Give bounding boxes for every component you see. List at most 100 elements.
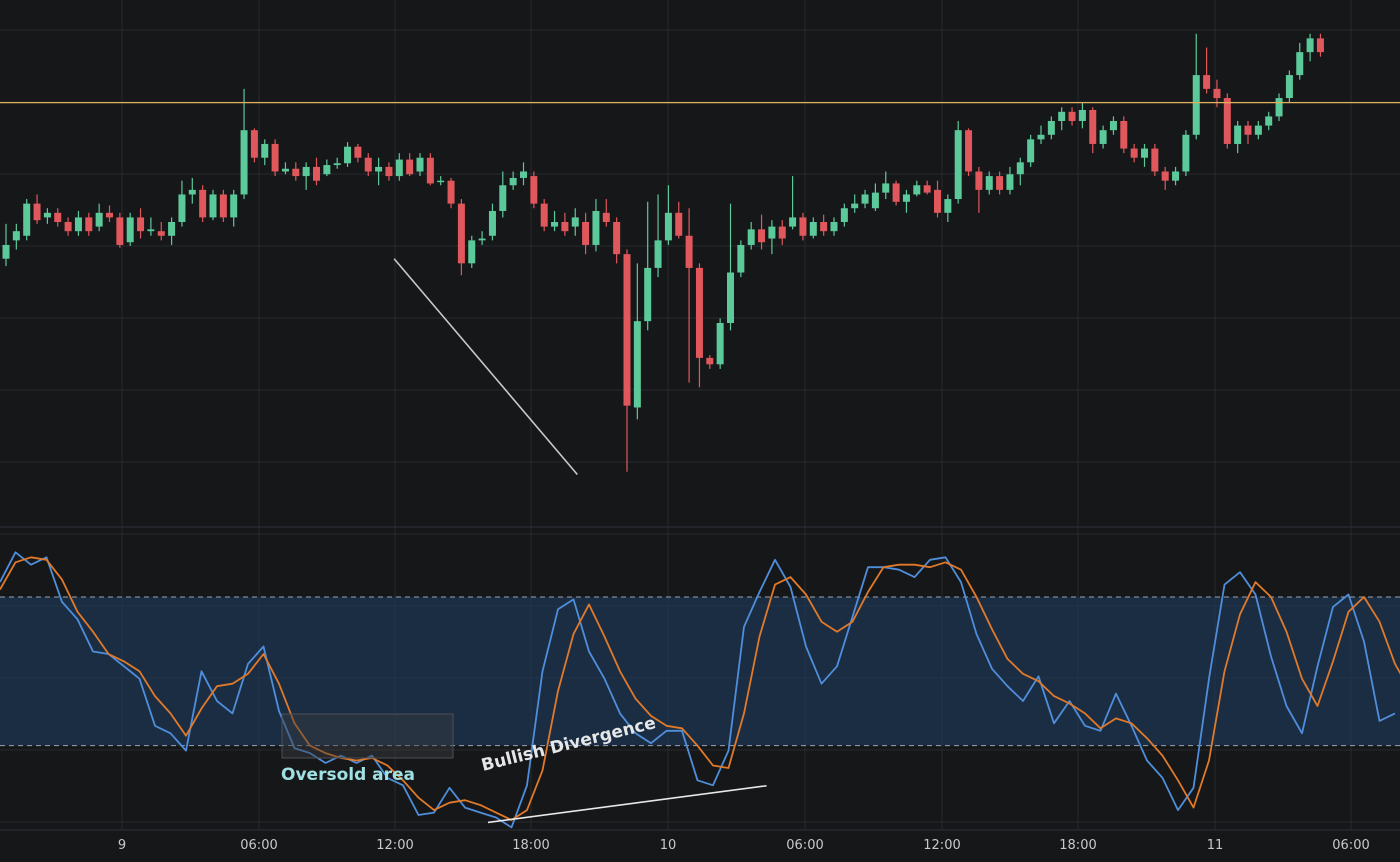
- candle-down-body: [923, 185, 931, 193]
- candle-down-body: [271, 143, 279, 172]
- candle-down-body: [975, 171, 983, 190]
- candle-down-body: [1244, 125, 1252, 135]
- candle-up-body: [468, 240, 476, 264]
- candle-up-body: [551, 222, 559, 227]
- candle-up-body: [1306, 38, 1314, 53]
- candle-up-body: [12, 231, 20, 241]
- candle-down-body: [354, 146, 362, 158]
- candle-up-body: [830, 222, 838, 232]
- candle-up-body: [178, 194, 186, 222]
- candle-down-body: [675, 212, 683, 236]
- candle-down-body: [1120, 121, 1128, 149]
- candle-down-body: [820, 222, 828, 232]
- candle-up-body: [809, 222, 817, 236]
- x-tick-label: 9: [118, 838, 126, 853]
- candle-down-body: [613, 222, 621, 255]
- candle-down-body: [1316, 38, 1324, 53]
- candle-up-body: [147, 229, 155, 232]
- candle-up-body: [333, 163, 341, 166]
- x-tick-label: 12:00: [376, 838, 413, 853]
- candle-down-body: [685, 235, 693, 268]
- candle-up-body: [716, 323, 724, 365]
- candle-down-body: [250, 130, 258, 158]
- oversold-area-label: Oversold area: [281, 765, 415, 785]
- candle-up-body: [281, 168, 289, 172]
- candle-down-body: [364, 157, 372, 172]
- candle-up-body: [509, 177, 517, 186]
- candle-up-body: [747, 229, 755, 245]
- candle-up-body: [395, 159, 403, 177]
- candle-down-body: [313, 166, 320, 181]
- oscillator-band: [0, 596, 1400, 747]
- oversold-area-box: [281, 713, 454, 759]
- candle-up-body: [654, 240, 662, 268]
- candle-up-body: [1058, 111, 1066, 121]
- candle-down-body: [385, 166, 393, 177]
- candle-down-body: [695, 267, 703, 358]
- candle-up-body: [416, 157, 424, 172]
- candle-up-body: [126, 217, 134, 243]
- candle-up-body: [95, 212, 103, 227]
- candle-up-body: [768, 226, 776, 239]
- candle-down-body: [1161, 171, 1169, 181]
- candle-down-body: [54, 212, 62, 222]
- candle-down-body: [892, 183, 900, 202]
- candle-up-body: [913, 185, 921, 195]
- candle-up-body: [499, 185, 507, 211]
- candle-up-body: [871, 192, 879, 209]
- candle-up-body: [840, 208, 848, 222]
- candle-down-body: [116, 217, 124, 245]
- candle-up-body: [1078, 109, 1086, 121]
- candle-up-body: [644, 267, 652, 322]
- candle-up-body: [478, 238, 486, 241]
- candle-down-body: [219, 194, 227, 218]
- candle-down-body: [137, 217, 145, 232]
- candle-down-body: [540, 203, 548, 227]
- candle-down-body: [1130, 148, 1138, 158]
- candle-up-body: [944, 199, 952, 213]
- x-tick-label: 06:00: [240, 838, 277, 853]
- candle-up-body: [633, 321, 641, 408]
- candle-up-body: [1234, 125, 1242, 144]
- candle-up-body: [209, 194, 217, 218]
- candle-up-body: [592, 210, 600, 245]
- candle-up-body: [1275, 98, 1283, 117]
- candle-up-body: [1016, 162, 1024, 175]
- candle-down-body: [965, 130, 973, 172]
- candle-down-body: [1213, 88, 1221, 99]
- candle-down-body: [64, 222, 72, 232]
- candle-down-body: [33, 203, 41, 221]
- x-tick-label: 11: [1207, 838, 1224, 853]
- candle-down-body: [426, 157, 434, 184]
- candle-up-body: [882, 183, 890, 193]
- candle-up-body: [1037, 134, 1045, 140]
- candle-up-body: [1027, 139, 1035, 163]
- candle-up-body: [664, 212, 672, 241]
- candle-up-body: [727, 272, 734, 323]
- candle-down-body: [1151, 148, 1159, 172]
- oscillator-band-fill: [0, 596, 1400, 746]
- candle-up-body: [851, 203, 859, 209]
- candle-up-body: [261, 143, 269, 158]
- candle-up-body: [737, 244, 745, 273]
- candle-down-body: [582, 222, 590, 245]
- candle-up-body: [2, 244, 10, 259]
- candle-down-body: [706, 357, 714, 365]
- candle-down-body: [457, 203, 465, 264]
- candle-up-body: [323, 165, 331, 175]
- candle-down-body: [602, 212, 610, 222]
- candle-up-body: [375, 166, 383, 172]
- candle-up-body: [488, 210, 496, 236]
- candle-up-body: [1109, 121, 1117, 131]
- candle-down-body: [799, 217, 807, 236]
- candle-up-body: [902, 194, 910, 202]
- candle-up-body: [1141, 148, 1148, 158]
- x-tick-label: 12:00: [923, 838, 960, 853]
- candle-up-body: [1265, 116, 1273, 126]
- candle-down-body: [934, 189, 941, 213]
- candle-up-body: [861, 194, 869, 204]
- candle-down-body: [157, 231, 165, 236]
- x-tick-label: 06:00: [786, 838, 823, 853]
- candle-down-body: [778, 226, 786, 239]
- candle-down-body: [623, 254, 631, 406]
